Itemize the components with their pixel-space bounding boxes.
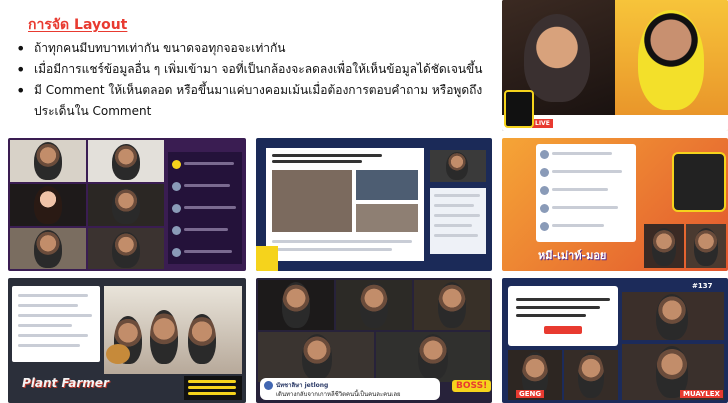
question-tag [544,326,582,334]
comment-line [184,184,230,187]
comment-line [434,234,478,237]
person-figure [446,152,468,180]
comment-line [552,152,612,155]
person-figure [34,142,62,180]
avatar [264,381,273,390]
comment-line [434,194,480,197]
person-figure [112,188,140,224]
thumb-video-grid [8,138,246,271]
room-camera [104,286,242,374]
question-text [516,314,586,317]
avatar [540,186,549,195]
live-badge: LIVE [532,119,553,128]
host-right-figure [638,10,704,110]
guitar [106,344,130,364]
comment-line [552,224,604,227]
form-panel [12,286,100,362]
comment-feed [536,144,636,242]
person-figure [188,314,216,364]
name-tag: GENG [516,390,545,398]
person-figure [418,334,448,380]
form-row [18,344,80,347]
avatar [540,222,549,231]
avatar [172,248,181,257]
comment-callout: นัทชาลิษา jetlong เดินทางกลับจากเกาหลีชี… [260,378,440,400]
show-logo [672,152,726,212]
avatar [540,168,549,177]
game-logo: Plant Farmer [22,376,109,390]
comment-line [552,188,608,191]
comment-panel [168,152,242,264]
person-figure [150,310,178,364]
person-figure [34,230,62,268]
thumb-comments-layout: หมี-เม่าท์-มอย [502,138,728,271]
article-headline [272,154,382,157]
person-figure [112,232,140,268]
score-row [188,392,236,395]
avatar [172,160,181,169]
question-text [516,298,610,301]
person-figure [112,144,140,180]
score-row [188,386,236,389]
form-row [18,314,92,317]
person-figure [302,334,332,380]
bullet-item: มี Comment ให้เห็นตลอด หรือขึ้นมาแค่บางค… [14,80,494,122]
form-row [18,324,72,327]
hero-thumbnail: LIVE [502,0,728,131]
article-page [266,148,424,261]
article-photo [356,204,418,232]
score-row [188,380,236,383]
question-card [508,286,618,346]
thumb-question-panel: #137 GENG MUAYLEX [502,278,728,403]
question-text [516,306,600,309]
form-row [18,294,88,297]
comment-line [184,206,236,209]
person-figure [34,186,62,224]
avatar [540,150,549,159]
comment-text: เดินทางกลับจากเกาหลีชีวิตคนนี้เป็นคนละคน… [276,391,401,398]
bullet-item: ถ้าทุกคนมีบทบาทเท่ากัน ขนาดจอทุกจอจะเท่า… [14,38,494,59]
episode-tag: #137 [692,282,713,290]
comment-line [434,224,472,227]
form-row [18,304,78,307]
avatar [172,204,181,213]
comment-line [552,206,618,209]
show-logo [504,90,534,128]
person-figure [360,282,388,328]
thumb-comment-callout: นัทชาลิษา jetlong เดินทางกลับจากเกาหลีชี… [256,278,492,403]
slide-title: การจัด Layout [28,17,128,33]
score-panel [184,376,242,400]
person-figure [282,282,310,328]
comment-line [184,228,228,231]
overlay-badge: BOSS! [452,380,492,392]
show-logo [256,246,278,271]
bullet-item: เมื่อมีการแชร์ข้อมูลอื่น ๆ เพิ่มเข้ามา จ… [14,59,494,80]
avatar [172,226,181,235]
person-figure [652,228,676,266]
comment-line [184,250,232,253]
article-text [272,240,412,243]
name-tag: MUAYLEX [680,390,723,398]
article-photo [272,170,352,232]
banner-title: หมี-เม่าท์-มอย [538,249,607,262]
avatar [172,182,181,191]
avatar [540,204,549,213]
person-figure [438,282,466,328]
comment-line [552,170,622,173]
bullet-list: ถ้าทุกคนมีบทบาทเท่ากัน ขนาดจอทุกจอจะเท่า… [14,38,494,122]
comment-line [184,162,234,165]
thumb-shared-article [256,138,492,271]
person-figure [694,228,718,266]
form-row [18,334,88,337]
thumb-game-session: Plant Farmer [8,278,246,403]
article-photo [356,170,418,200]
comment-line [434,204,474,207]
side-comment-list [430,188,486,254]
person-figure [578,352,604,398]
article-headline [272,160,362,163]
host-left-figure [524,14,590,102]
person-figure [656,294,688,340]
comment-line [434,214,480,217]
article-text [272,248,392,251]
